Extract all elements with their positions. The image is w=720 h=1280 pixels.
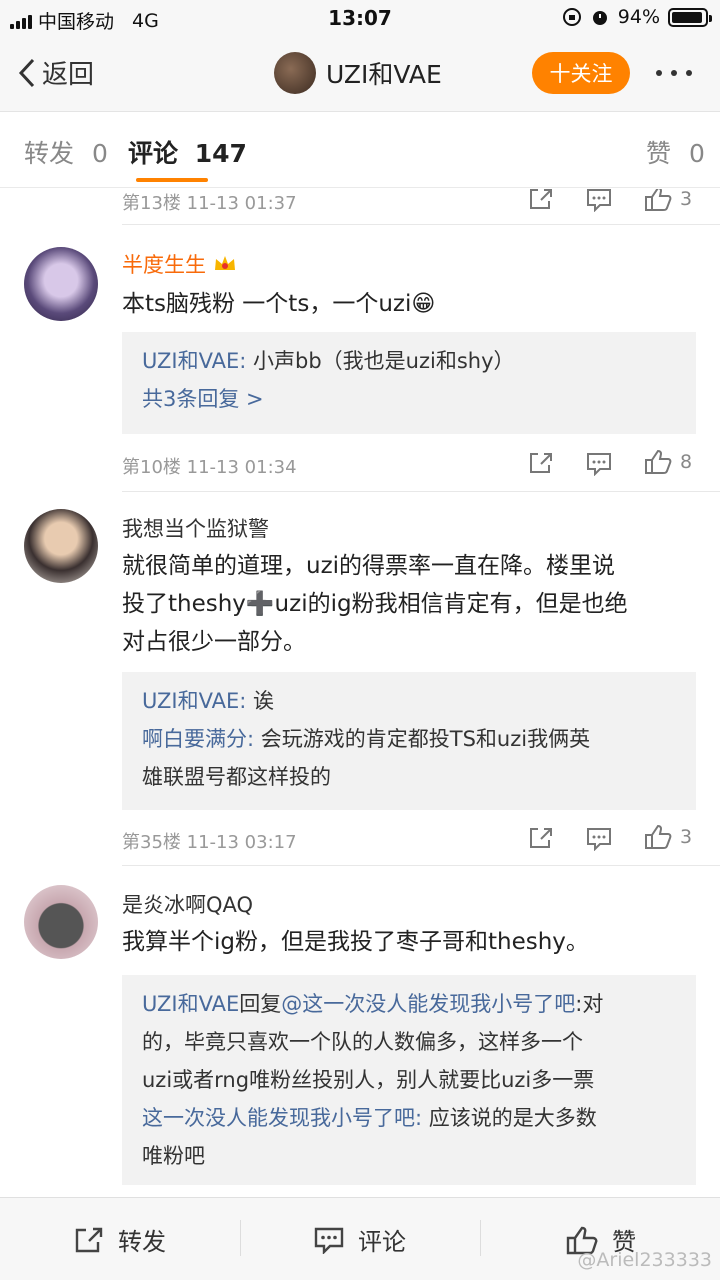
back-button[interactable]: 返回 — [18, 54, 94, 91]
chevron-left-icon — [18, 58, 35, 87]
comment-text: 本ts脑残粉 一个ts，一个uzi😁 — [122, 291, 436, 317]
share-icon[interactable] — [528, 189, 554, 211]
comment-icon[interactable] — [586, 189, 612, 212]
reply-item: UZI和VAE回复@这一次没人能发现我小号了吧:对 — [142, 992, 604, 1016]
battery-percent: 94% — [617, 6, 660, 28]
like-button[interactable]: 8 — [644, 449, 692, 475]
like-count: 3 — [680, 826, 693, 848]
comment-button[interactable]: 评论 — [314, 1222, 406, 1257]
like-button[interactable]: 3 — [644, 189, 692, 212]
comment-icon — [314, 1227, 344, 1254]
reply-box[interactable]: UZI和VAE: 小声bb（我也是uzi和shy） 共3条回复 > — [122, 332, 696, 434]
tab-comment-label: 评论 — [128, 139, 179, 168]
like-button[interactable]: 3 — [644, 824, 692, 850]
reply-item: 啊白要满分: 会玩游戏的肯定都投TS和uzi我俩英 — [142, 727, 591, 751]
reply-item-continued: 唯粉吧 — [142, 1144, 205, 1168]
share-icon[interactable] — [528, 826, 554, 850]
nav-profile[interactable]: UZI和VAE — [274, 52, 442, 94]
tab-comment[interactable]: 评论 147 — [128, 134, 247, 170]
tab-bar: 转发 0 评论 147 赞 0 — [0, 112, 720, 188]
comment-icon[interactable] — [586, 452, 612, 476]
comment-username[interactable]: 我想当个监狱警 — [122, 513, 269, 543]
active-tab-indicator — [136, 178, 208, 182]
more-icon[interactable] — [656, 70, 692, 76]
crown-badge-icon — [214, 256, 235, 270]
thumbs-up-icon — [645, 449, 672, 474]
tab-repost-label: 转发 — [24, 139, 75, 168]
reply-box[interactable]: UZI和VAE: 诶 啊白要满分: 会玩游戏的肯定都投TS和uzi我俩英 雄联盟… — [122, 672, 696, 810]
share-icon[interactable] — [528, 451, 554, 475]
reply-item: UZI和VAE: 诶 — [142, 689, 275, 713]
comment-username[interactable]: 半度生生 — [122, 249, 237, 279]
share-icon — [75, 1227, 103, 1252]
divider — [240, 1220, 241, 1256]
tab-like-label: 赞 — [646, 139, 672, 168]
comment-meta: 第10楼 11-13 01:34 — [122, 457, 297, 478]
follow-button[interactable]: 十关注 — [532, 52, 630, 94]
comment-text: 就很简单的道理，uzi的得票率一直在降。楼里说 投了theshy➕uzi的ig粉… — [122, 553, 628, 655]
divider — [122, 865, 720, 866]
page-title: UZI和VAE — [326, 60, 442, 89]
like-count: 8 — [680, 451, 693, 473]
reply-item-continued: 的，毕竟只喜欢一个队的人数偏多，这样多一个 — [142, 1030, 583, 1054]
reply-item-continued: uzi或者rng唯粉丝投别人，别人就要比uzi多一票 — [142, 1068, 595, 1092]
comment-list[interactable]: 第13楼 11-13 01:37 3 半度生生 本ts脑残粉 一个ts，一个uz… — [0, 189, 720, 1197]
tab-repost-count: 0 — [91, 139, 108, 168]
reply-box[interactable]: UZI和VAE回复@这一次没人能发现我小号了吧:对 的，毕竟只喜欢一个队的人数偏… — [122, 975, 696, 1185]
nav-bar: 返回 UZI和VAE 十关注 — [0, 38, 720, 112]
comment-text: 我算半个ig粉，但是我投了枣子哥和theshy。 — [122, 929, 589, 955]
avatar[interactable] — [24, 509, 98, 583]
divider — [122, 224, 720, 225]
watermark: @Ariel233333 — [577, 1249, 712, 1271]
tab-comment-count: 147 — [194, 139, 247, 168]
comment-label: 评论 — [358, 1228, 406, 1256]
tab-like[interactable]: 赞 0 — [646, 134, 705, 170]
alarm-icon — [592, 11, 607, 25]
battery-icon — [668, 7, 712, 27]
back-label: 返回 — [42, 60, 95, 90]
thumbs-up-icon — [645, 189, 672, 211]
avatar[interactable] — [24, 247, 98, 321]
comment-icon[interactable] — [586, 827, 612, 851]
reply-item: 这一次没人能发现我小号了吧: 应该说的是大多数 — [142, 1106, 597, 1130]
comment-meta: 第35楼 11-13 03:17 — [122, 832, 297, 853]
thumbs-up-icon — [645, 824, 672, 849]
like-count: 3 — [680, 189, 693, 210]
tab-repost[interactable]: 转发 0 — [24, 134, 108, 170]
status-bar: 中国移动 4G 13:07 94% — [0, 0, 720, 38]
repost-label: 转发 — [118, 1228, 166, 1256]
divider — [480, 1220, 481, 1256]
divider — [122, 491, 720, 492]
tab-like-count: 0 — [688, 139, 705, 168]
comment-username[interactable]: 是炎冰啊QAQ — [122, 889, 253, 919]
more-replies-link[interactable]: 共3条回复 > — [142, 380, 676, 418]
comment-meta: 第13楼 11-13 01:37 — [122, 193, 297, 214]
reply-item: UZI和VAE: 小声bb（我也是uzi和shy） — [142, 349, 515, 373]
reply-item-continued: 雄联盟号都这样投的 — [142, 765, 331, 789]
rotation-lock-icon — [562, 8, 581, 26]
avatar[interactable] — [24, 885, 98, 959]
repost-button[interactable]: 转发 — [74, 1222, 166, 1257]
avatar[interactable] — [274, 52, 316, 94]
